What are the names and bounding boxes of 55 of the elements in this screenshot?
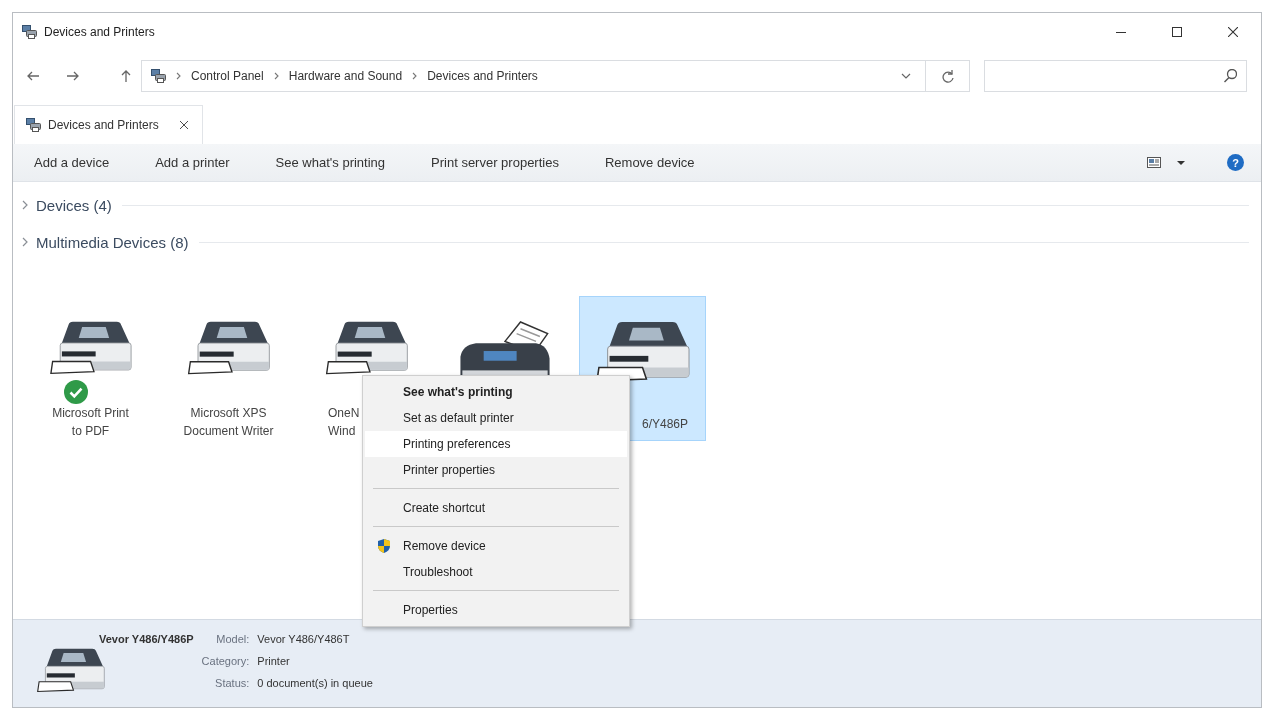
toolbar-button[interactable]: Print server properties (423, 155, 567, 170)
minimize-icon[interactable] (1116, 31, 1126, 33)
chevron-right-icon (273, 72, 279, 80)
field-label: Model: (215, 632, 250, 647)
toolbar-button[interactable]: Add a device (26, 155, 118, 170)
search-field[interactable] (984, 60, 1247, 92)
device-name: Vevor Y486/Y486P (99, 632, 194, 647)
help-button[interactable]: ? (1227, 154, 1244, 171)
device-name[interactable]: Microsoft XPS Document Writer (183, 404, 274, 440)
chevron-right-icon[interactable] (22, 200, 28, 210)
chevron-right-icon (412, 72, 418, 80)
app-icon (26, 118, 41, 132)
menu-item[interactable]: Create shortcut (365, 495, 627, 521)
menu-item[interactable]: Properties (365, 597, 627, 623)
group-heading[interactable]: Multimedia Devices (8) (36, 233, 189, 251)
menu-item[interactable]: Printer properties (365, 457, 627, 483)
chevron-right-icon[interactable] (22, 237, 28, 247)
address-bar[interactable]: Control Panel Hardware and Sound Devices and Printers (141, 60, 926, 92)
up-arrow-icon[interactable] (121, 69, 131, 83)
refresh-icon[interactable] (941, 68, 954, 84)
search-icon[interactable] (1224, 69, 1237, 83)
toolbar-button[interactable]: Remove device (596, 155, 703, 170)
location-icon (151, 69, 166, 83)
tab[interactable]: Devices and Printers (14, 105, 203, 144)
chevron-right-icon (176, 72, 181, 80)
breadcrumb-link[interactable]: Hardware and Sound (288, 69, 403, 83)
menu-item[interactable]: Printing preferences (365, 431, 627, 457)
menu-item[interactable]: Troubleshoot (365, 559, 627, 585)
app-icon (22, 25, 37, 39)
printer-icon (37, 648, 105, 693)
back-arrow-icon[interactable] (27, 71, 40, 81)
group-heading[interactable]: Devices (4) (36, 196, 112, 214)
device-name[interactable]: Microsoft Print to PDF (52, 404, 129, 440)
device-name[interactable]: OneN Wind (328, 404, 360, 440)
toolbar-button[interactable]: See what's printing (267, 155, 394, 170)
view-icon[interactable] (1147, 157, 1161, 168)
caret-icon[interactable] (1177, 160, 1185, 165)
breadcrumb-link[interactable]: Control Panel (191, 69, 264, 83)
close-tab-icon[interactable] (179, 121, 188, 129)
field-value: Printer (257, 654, 291, 669)
breadcrumb-link[interactable]: Devices and Printers (427, 69, 538, 83)
close-icon[interactable] (1228, 27, 1238, 37)
device-name[interactable]: 6/Y486P (641, 415, 688, 433)
field-value: 0 document(s) in queue (257, 676, 373, 691)
field-label: Category: (201, 654, 250, 669)
toolbar-button[interactable]: Add a printer (147, 155, 238, 170)
field-value: Vevor Y486/Y486T (257, 632, 351, 647)
maximize-icon[interactable] (1172, 27, 1182, 37)
field-label: Status: (214, 676, 250, 691)
window-title: Devices and Printers (44, 25, 155, 39)
forward-arrow-icon[interactable] (66, 71, 79, 81)
printer-icon[interactable] (594, 321, 691, 383)
menu-item[interactable]: Remove device (365, 533, 627, 559)
dropdown-chevron-icon[interactable] (901, 73, 911, 79)
shield-icon (378, 539, 390, 553)
